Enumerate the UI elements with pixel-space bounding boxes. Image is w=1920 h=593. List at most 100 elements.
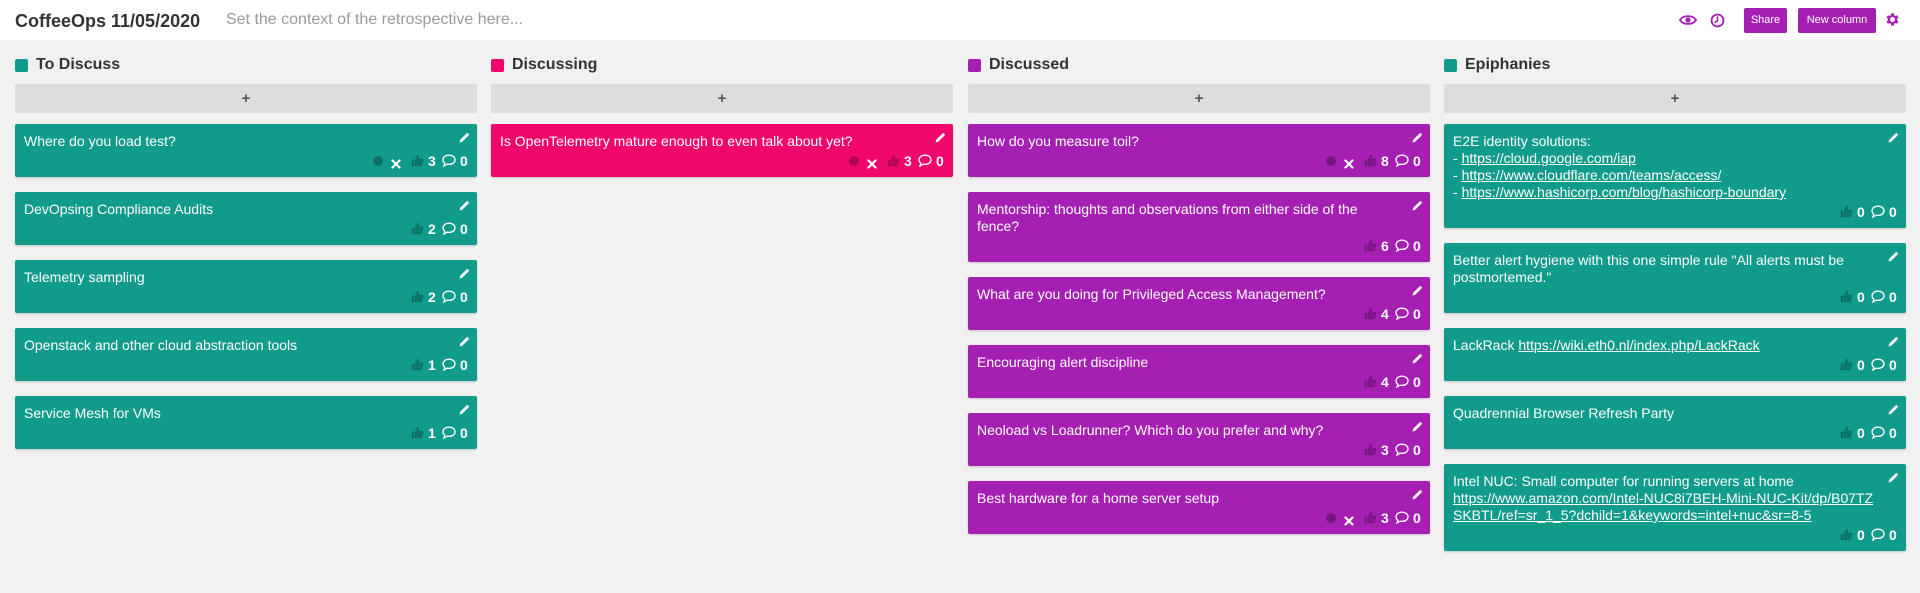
card-link[interactable]: https://cloud.google.com/iap: [1462, 150, 1636, 166]
card-text-content: Best hardware for a home server setup: [977, 490, 1220, 506]
thumbs-up-icon[interactable]: [411, 154, 424, 167]
comment-icon[interactable]: [1395, 375, 1409, 389]
pencil-icon[interactable]: [1411, 284, 1423, 296]
comment-icon[interactable]: [1871, 528, 1885, 542]
card-text: E2E identity solutions: - https://cloud.g…: [1453, 133, 1897, 201]
pencil-icon[interactable]: [1411, 131, 1423, 143]
thumbs-up-icon[interactable]: [411, 222, 424, 235]
card-footer: 00: [1453, 424, 1897, 441]
comment-count: 0: [1413, 305, 1421, 322]
comment-icon[interactable]: [1395, 154, 1409, 168]
new-column-button[interactable]: New column: [1798, 8, 1876, 33]
pencil-icon[interactable]: [1411, 352, 1423, 364]
thumbs-up-icon[interactable]: [1364, 239, 1377, 252]
comment-icon[interactable]: [1871, 426, 1885, 440]
thumbs-up-icon[interactable]: [1840, 358, 1853, 371]
pencil-icon[interactable]: [1411, 488, 1423, 500]
comment-icon[interactable]: [442, 290, 456, 304]
thumbs-up-icon[interactable]: [887, 154, 900, 167]
pencil-icon[interactable]: [1887, 250, 1899, 262]
comment-count: 0: [1413, 237, 1421, 254]
comment-icon[interactable]: [442, 222, 456, 236]
card-link[interactable]: https://www.amazon.com/Intel-NUC8i7BEH-M…: [1453, 490, 1873, 523]
comment-count: 0: [936, 152, 944, 169]
remove-vote-icon[interactable]: [1344, 513, 1354, 526]
vote-count: 6: [1381, 237, 1389, 254]
pencil-icon[interactable]: [1887, 131, 1899, 143]
card: Encouraging alert discipline 4 0: [968, 345, 1430, 398]
card-text: How do you measure toil?: [977, 133, 1421, 150]
card-text-content: E2E identity solutions:: [1453, 133, 1591, 149]
pencil-icon[interactable]: [458, 131, 470, 143]
comment-count: 0: [1889, 424, 1897, 441]
vote-indicator-icon[interactable]: [373, 155, 383, 166]
card: How do you measure toil? 8 0: [968, 124, 1430, 177]
thumbs-up-icon[interactable]: [1364, 307, 1377, 320]
thumbs-up-icon[interactable]: [1840, 528, 1853, 541]
card-footer: 40: [977, 373, 1421, 390]
thumbs-up-icon[interactable]: [411, 426, 424, 439]
add-card-button[interactable]: +: [1444, 84, 1906, 113]
share-button[interactable]: Share: [1744, 8, 1787, 33]
comment-icon[interactable]: [918, 154, 932, 168]
remove-vote-icon[interactable]: [391, 156, 401, 169]
pencil-icon[interactable]: [1411, 199, 1423, 211]
thumbs-up-icon[interactable]: [1364, 443, 1377, 456]
thumbs-up-icon[interactable]: [1364, 375, 1377, 388]
comment-count: 0: [1889, 526, 1897, 543]
comment-icon[interactable]: [1871, 358, 1885, 372]
vote-indicator-icon[interactable]: [1326, 512, 1336, 523]
pencil-icon[interactable]: [458, 403, 470, 415]
card-link[interactable]: https://www.hashicorp.com/blog/hashicorp…: [1462, 184, 1787, 200]
card-link[interactable]: https://www.cloudflare.com/teams/access/: [1462, 167, 1722, 183]
pencil-icon[interactable]: [458, 335, 470, 347]
card-link[interactable]: https://wiki.eth0.nl/index.php/LackRack: [1518, 337, 1759, 353]
comment-icon[interactable]: [442, 358, 456, 372]
add-card-button[interactable]: +: [968, 84, 1430, 113]
vote-count: 1: [428, 424, 436, 441]
card-text: DevOpsing Compliance Audits: [24, 201, 468, 218]
pencil-icon[interactable]: [458, 267, 470, 279]
pencil-icon[interactable]: [1887, 403, 1899, 415]
card-footer: 10: [24, 356, 468, 373]
thumbs-up-icon[interactable]: [1840, 205, 1853, 218]
comment-icon[interactable]: [1395, 443, 1409, 457]
vote-count: 0: [1857, 203, 1865, 220]
comment-icon[interactable]: [1395, 511, 1409, 525]
pencil-icon[interactable]: [458, 199, 470, 211]
pencil-icon[interactable]: [1887, 471, 1899, 483]
card-text-content: LackRack: [1453, 337, 1515, 353]
pencil-icon[interactable]: [1411, 420, 1423, 432]
thumbs-up-icon[interactable]: [1364, 154, 1377, 167]
add-card-button[interactable]: +: [15, 84, 477, 113]
card-footer: 30: [500, 152, 944, 169]
comment-icon[interactable]: [1395, 239, 1409, 253]
thumbs-up-icon[interactable]: [1840, 426, 1853, 439]
comment-icon[interactable]: [1395, 307, 1409, 321]
add-card-button[interactable]: +: [491, 84, 953, 113]
thumbs-up-icon[interactable]: [411, 358, 424, 371]
column-header: Discussed: [968, 55, 1430, 75]
column-header: To Discuss: [15, 55, 477, 75]
vote-count: 4: [1381, 373, 1389, 390]
clock-icon[interactable]: [1708, 12, 1726, 28]
thumbs-up-icon[interactable]: [1364, 511, 1377, 524]
remove-vote-icon[interactable]: [1344, 156, 1354, 169]
card-text-content: Neoload vs Loadrunner? Which do you pref…: [977, 422, 1324, 438]
thumbs-up-icon[interactable]: [411, 290, 424, 303]
pencil-icon[interactable]: [934, 131, 946, 143]
card-text-content: Mentorship: thoughts and observations fr…: [977, 201, 1358, 234]
eye-icon[interactable]: [1679, 12, 1697, 28]
remove-vote-icon[interactable]: [867, 156, 877, 169]
vote-indicator-icon[interactable]: [1326, 155, 1336, 166]
pencil-icon[interactable]: [1887, 335, 1899, 347]
thumbs-up-icon[interactable]: [1840, 290, 1853, 303]
comment-icon[interactable]: [442, 154, 456, 168]
comment-icon[interactable]: [442, 426, 456, 440]
comment-icon[interactable]: [1871, 290, 1885, 304]
vote-indicator-icon[interactable]: [849, 155, 859, 166]
gear-icon[interactable]: [1883, 11, 1901, 27]
comment-count: 0: [1889, 356, 1897, 373]
retrospective-context-input[interactable]: [226, 7, 1426, 33]
comment-icon[interactable]: [1871, 205, 1885, 219]
